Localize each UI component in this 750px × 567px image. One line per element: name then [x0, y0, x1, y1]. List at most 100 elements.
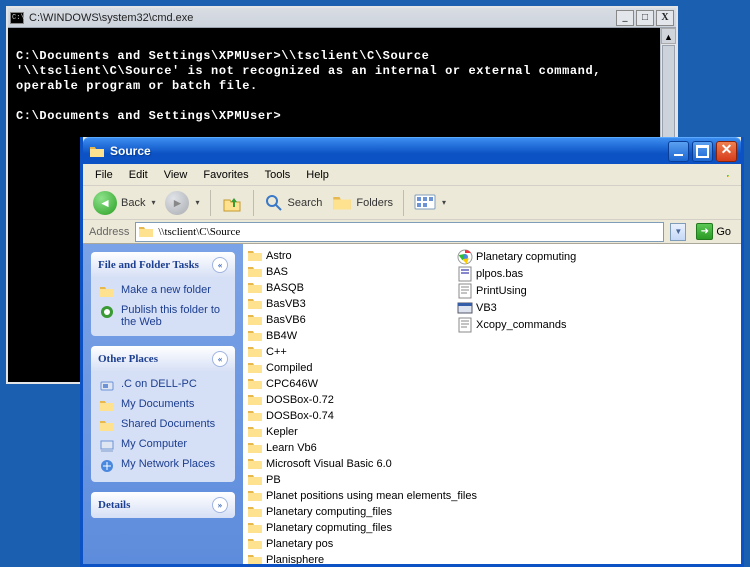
file-item[interactable]: Planetary pos [247, 536, 447, 552]
file-item[interactable]: CPC646W [247, 376, 447, 392]
folder-icon [247, 472, 263, 488]
place-icon [99, 458, 115, 474]
place-label: My Computer [121, 438, 187, 450]
address-input[interactable] [154, 225, 661, 239]
file-name: Planetary computing_files [266, 506, 392, 518]
file-name: Planetary copmuting_files [266, 522, 392, 534]
file-item[interactable]: Microsoft Visual Basic 6.0 [247, 456, 447, 472]
explorer-maximize-button[interactable] [692, 141, 713, 162]
txt-icon [457, 283, 473, 299]
expand-icon[interactable]: » [212, 497, 228, 513]
search-button[interactable]: Search [260, 191, 327, 215]
folder-icon [247, 488, 263, 504]
file-item[interactable]: PrintUsing [457, 282, 677, 299]
sidebar-place-item[interactable]: .C on DELL-PC [99, 378, 227, 394]
sidebar-place-item[interactable]: Shared Documents [99, 418, 227, 434]
menu-edit[interactable]: Edit [121, 167, 156, 183]
file-name: Planet positions using mean elements_fil… [266, 490, 477, 502]
menu-favorites[interactable]: Favorites [195, 167, 256, 183]
cmd-icon [10, 12, 24, 24]
forward-button[interactable]: ► ▾ [161, 189, 203, 217]
file-item[interactable]: DOSBox-0.74 [247, 408, 447, 424]
file-name: C++ [266, 346, 287, 358]
file-item[interactable]: Xcopy_commands [457, 316, 677, 333]
sidebar-place-item[interactable]: My Documents [99, 398, 227, 414]
cmd-close-button[interactable]: X [656, 10, 674, 26]
file-item[interactable]: Planetary copmuting [457, 248, 677, 265]
back-button[interactable]: ◄ Back ▾ [89, 189, 159, 217]
file-item[interactable]: PB [247, 472, 447, 488]
file-item[interactable]: Astro [247, 248, 447, 264]
file-name: Microsoft Visual Basic 6.0 [266, 458, 392, 470]
file-item[interactable]: VB3 [457, 299, 677, 316]
panel-header[interactable]: Other Places « [91, 346, 235, 372]
file-name: VB3 [476, 302, 497, 314]
file-item[interactable]: Kepler [247, 424, 447, 440]
address-box[interactable] [135, 222, 664, 242]
toolbar-separator [403, 190, 404, 216]
explorer-close-button[interactable]: ✕ [716, 141, 737, 162]
views-button[interactable]: ▾ [410, 191, 450, 215]
place-icon [99, 438, 115, 454]
sidebar-task-item[interactable]: Make a new folder [99, 284, 227, 300]
file-list-pane[interactable]: Astro BAS BASQB BasVB3 BasVB6 BB4W C++ Compiled… [243, 244, 741, 564]
folder-icon [247, 456, 263, 472]
file-item[interactable]: Planet positions using mean elements_fil… [247, 488, 447, 504]
task-label: Make a new folder [121, 284, 211, 296]
menu-file[interactable]: File [87, 167, 121, 183]
file-item[interactable]: BAS [247, 264, 447, 280]
folder-icon [247, 360, 263, 376]
file-item[interactable]: BASQB [247, 280, 447, 296]
place-label: My Network Places [121, 458, 215, 470]
file-name: Planetary copmuting [476, 251, 576, 263]
file-name: BB4W [266, 330, 297, 342]
file-item[interactable]: BasVB3 [247, 296, 447, 312]
file-item[interactable]: BB4W [247, 328, 447, 344]
folder-icon [247, 392, 263, 408]
back-arrow-icon: ◄ [93, 191, 117, 215]
details-panel: Details » [91, 492, 235, 518]
forward-arrow-icon: ► [165, 191, 189, 215]
file-item[interactable]: plpos.bas [457, 265, 677, 282]
sidebar-task-item[interactable]: Publish this folder to the Web [99, 304, 227, 328]
panel-header[interactable]: File and Folder Tasks « [91, 252, 235, 278]
explorer-minimize-button[interactable] [668, 141, 689, 162]
file-name: BAS [266, 266, 288, 278]
cmd-maximize-button[interactable]: □ [636, 10, 654, 26]
file-item[interactable]: BasVB6 [247, 312, 447, 328]
folders-button[interactable]: Folders [328, 191, 397, 215]
menu-tools[interactable]: Tools [257, 167, 299, 183]
file-folder-tasks-panel: File and Folder Tasks « Make a new folde… [91, 252, 235, 336]
file-item[interactable]: C++ [247, 344, 447, 360]
cmd-minimize-button[interactable]: _ [616, 10, 634, 26]
menu-help[interactable]: Help [298, 167, 337, 183]
collapse-icon[interactable]: « [212, 351, 228, 367]
up-button[interactable] [217, 190, 247, 216]
folder-icon [247, 520, 263, 536]
file-name: plpos.bas [476, 268, 523, 280]
folder-icon [247, 328, 263, 344]
sidebar-place-item[interactable]: My Network Places [99, 458, 227, 474]
place-icon [99, 398, 115, 414]
cmd-titlebar[interactable]: C:\WINDOWS\system32\cmd.exe _ □ X [8, 8, 676, 28]
sidebar-place-item[interactable]: My Computer [99, 438, 227, 454]
address-dropdown[interactable]: ▼ [670, 223, 686, 241]
file-name: Planisphere [266, 554, 324, 564]
collapse-icon[interactable]: « [212, 257, 228, 273]
go-button[interactable]: ➜ Go [692, 222, 735, 241]
file-item[interactable]: Planetary computing_files [247, 504, 447, 520]
file-name: BasVB3 [266, 298, 306, 310]
file-item[interactable]: Planisphere [247, 552, 447, 564]
file-item[interactable]: Compiled [247, 360, 447, 376]
common-tasks-sidebar: File and Folder Tasks « Make a new folde… [83, 244, 243, 564]
file-item[interactable]: Learn Vb6 [247, 440, 447, 456]
file-item[interactable]: DOSBox-0.72 [247, 392, 447, 408]
scroll-up-arrow-icon[interactable]: ▲ [661, 28, 676, 44]
folder-icon [89, 144, 105, 158]
menu-view[interactable]: View [156, 167, 196, 183]
explorer-titlebar[interactable]: Source ✕ [83, 137, 741, 164]
chrome-icon [457, 249, 473, 265]
panel-header[interactable]: Details » [91, 492, 235, 518]
file-item[interactable]: Planetary copmuting_files [247, 520, 447, 536]
file-name: BasVB6 [266, 314, 306, 326]
